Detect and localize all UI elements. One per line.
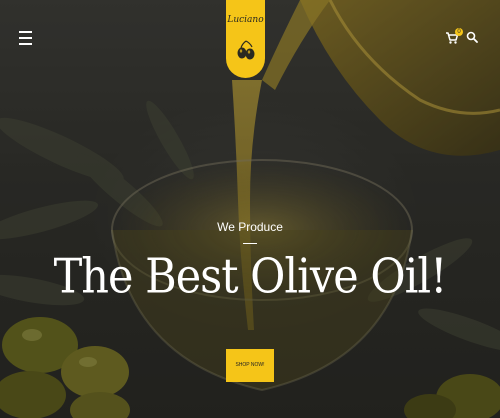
menu-bar [19, 37, 32, 39]
hero-headline: The Best Olive Oil! [53, 249, 448, 305]
title-divider [243, 243, 257, 244]
hamburger-menu-icon[interactable] [19, 31, 35, 47]
menu-bar [19, 43, 32, 45]
hero-pretitle: We Produce [217, 220, 283, 234]
search-icon[interactable] [466, 31, 478, 43]
olive-icon [237, 40, 255, 60]
logo[interactable]: Luciano [226, 0, 265, 78]
logo-text: Luciano [227, 15, 264, 25]
cart-count-badge: 0 [455, 28, 463, 36]
menu-bar [19, 31, 32, 33]
shop-now-button[interactable]: SHOP NOW! [226, 349, 274, 382]
